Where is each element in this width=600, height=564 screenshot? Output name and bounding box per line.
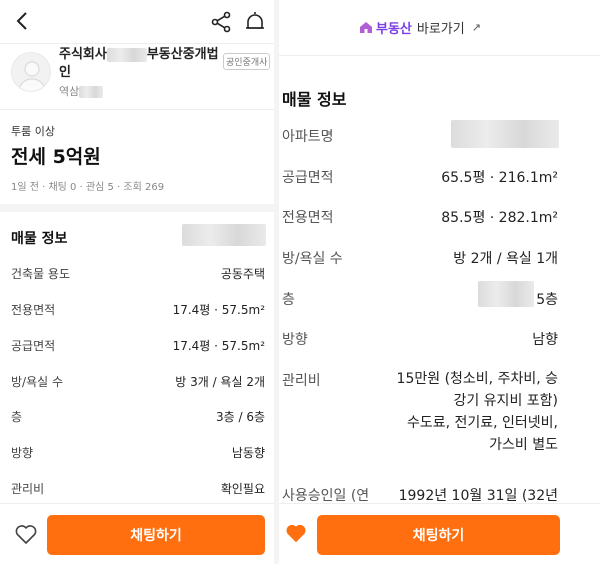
blurred-floor xyxy=(478,281,534,307)
fee-line: 15만원 (청소비, 주차비, 승 xyxy=(396,371,558,387)
row-value: 확인필요 xyxy=(220,482,265,496)
fee-line: 수도료, 전기료, 인터넷비, xyxy=(406,415,558,431)
section-title: 매물 정보 xyxy=(282,90,347,109)
row-label: 방향 xyxy=(11,446,34,460)
back-arrow-icon[interactable] xyxy=(10,8,36,34)
agent-location-text: 역삼 xyxy=(59,85,80,98)
alarm-icon[interactable] xyxy=(243,10,267,34)
blurred-apt-name xyxy=(451,120,559,148)
row-value: 방 3개 / 욕실 2개 xyxy=(175,375,265,389)
realestate-shortcut-link[interactable]: 부동산 바로가기 ↗ xyxy=(359,18,481,37)
bottom-action-bar: 채팅하기 xyxy=(0,503,278,564)
row-label: 공급면적 xyxy=(282,170,334,186)
row-label: 관리비 xyxy=(11,482,45,496)
fee-detail: 15만원 (청소비, 주차비, 승 강기 유지비 포함) 수도료, 전기료, 인… xyxy=(368,368,558,456)
fee-label: 관리비 xyxy=(282,373,321,389)
external-arrow-icon: ↗ xyxy=(471,21,481,34)
row-value: 공동주택 xyxy=(220,267,265,281)
heart-outline-icon[interactable] xyxy=(14,523,38,545)
blurred-location xyxy=(79,86,104,98)
bottom-action-bar: 채팅하기 xyxy=(279,503,600,564)
row-label: 공급면적 xyxy=(11,339,56,353)
row-label: 층 xyxy=(11,410,23,424)
listing-meta: 1일 전 · 채팅 0 · 관심 5 · 조회 269 xyxy=(11,182,165,193)
share-icon[interactable] xyxy=(209,10,233,34)
blurred-value xyxy=(182,224,266,246)
left-listing-panel: 주식회사 부동산중개법 인 역삼 공인중개사 투룸 이상 전세 5억원 1일 전 … xyxy=(0,0,279,564)
row-value: 남향 xyxy=(532,332,558,348)
avatar xyxy=(11,52,51,92)
agent-name-suffix: 부동산중개법 xyxy=(146,47,219,62)
link-text: 바로가기 xyxy=(416,22,465,37)
realestate-link-bar: 부동산 바로가기 ↗ xyxy=(279,0,600,56)
room-type: 투룸 이상 xyxy=(11,125,55,138)
approval-date-label: 사용승인일 (연 xyxy=(282,488,370,504)
row-label: 층 xyxy=(282,292,295,308)
agent-profile[interactable]: 주식회사 부동산중개법 인 역삼 공인중개사 xyxy=(0,44,278,110)
approval-date-value: 1992년 10월 31일 (32년 xyxy=(398,488,558,504)
right-listing-panel: 부동산 바로가기 ↗ 매물 정보 아파트명 공급면적 65.5평 · 216.1… xyxy=(279,0,600,564)
row-label: 방/욕실 수 xyxy=(11,375,64,389)
section-divider xyxy=(0,204,278,212)
fee-line: 가스비 별도 xyxy=(489,437,558,453)
brand-name: 부동산 xyxy=(376,22,412,37)
section-title: 매물 정보 xyxy=(11,231,68,247)
price: 전세 5억원 xyxy=(11,146,101,168)
heart-filled-icon[interactable] xyxy=(285,523,307,543)
chat-button[interactable]: 채팅하기 xyxy=(317,515,560,555)
row-label: 방/욕실 수 xyxy=(282,251,343,267)
agent-name-line2: 인 xyxy=(59,65,71,80)
row-label: 전용면적 xyxy=(11,303,56,317)
row-value: 17.4평 · 57.5m² xyxy=(172,339,265,353)
agent-location: 역삼 xyxy=(59,83,104,99)
row-value: 5층 xyxy=(536,292,558,308)
row-label: 방향 xyxy=(282,332,308,348)
row-label: 전용면적 xyxy=(282,210,334,226)
user-placeholder-icon xyxy=(18,61,46,91)
row-label: 건축물 용도 xyxy=(11,267,71,281)
realtor-badge: 공인중개사 xyxy=(223,53,271,70)
row-value: 17.4평 · 57.5m² xyxy=(172,303,265,317)
row-value: 65.5평 · 216.1m² xyxy=(441,170,558,186)
blurred-name xyxy=(106,47,147,62)
house-icon xyxy=(360,22,372,33)
agent-name-line1: 주식회사 부동산중개법 xyxy=(59,46,219,64)
row-value: 85.5평 · 282.1m² xyxy=(441,210,558,226)
row-value: 3층 / 6층 xyxy=(215,410,265,424)
row-value: 남동향 xyxy=(231,446,265,460)
chat-button[interactable]: 채팅하기 xyxy=(47,515,265,555)
row-value: 방 2개 / 욕실 1개 xyxy=(453,251,558,267)
agent-name-prefix: 주식회사 xyxy=(59,47,107,62)
apt-name-label: 아파트명 xyxy=(282,129,334,145)
top-bar xyxy=(0,0,278,44)
fee-line: 강기 유지비 포함) xyxy=(453,393,558,409)
